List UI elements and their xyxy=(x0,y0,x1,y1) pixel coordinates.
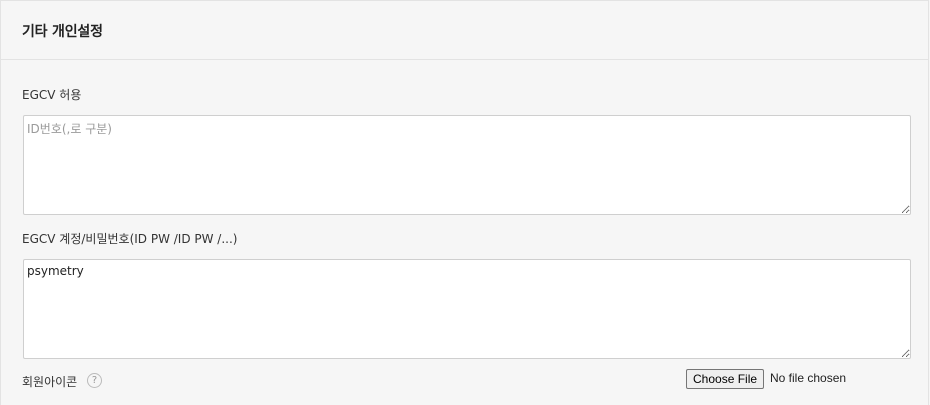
egcv-allow-textarea[interactable] xyxy=(23,115,911,215)
egcv-accounts-textarea[interactable] xyxy=(23,259,911,359)
egcv-allow-label: EGCV 허용 xyxy=(22,88,82,102)
panel-header: 기타 개인설정 xyxy=(1,1,928,60)
panel-title: 기타 개인설정 xyxy=(22,24,103,40)
egcv-accounts-label: EGCV 계정/비밀번호(ID PW /ID PW /...) xyxy=(22,232,238,246)
choose-file-button[interactable]: Choose File xyxy=(686,369,765,389)
question-circle-icon[interactable]: ? xyxy=(87,373,102,388)
file-status-text: No file chosen xyxy=(770,371,847,385)
personal-settings-panel: 기타 개인설정 EGCV 허용 EGCV 계정/비밀번호(ID PW /ID P… xyxy=(0,0,929,405)
member-icon-label: 회원아이콘 xyxy=(22,375,78,389)
